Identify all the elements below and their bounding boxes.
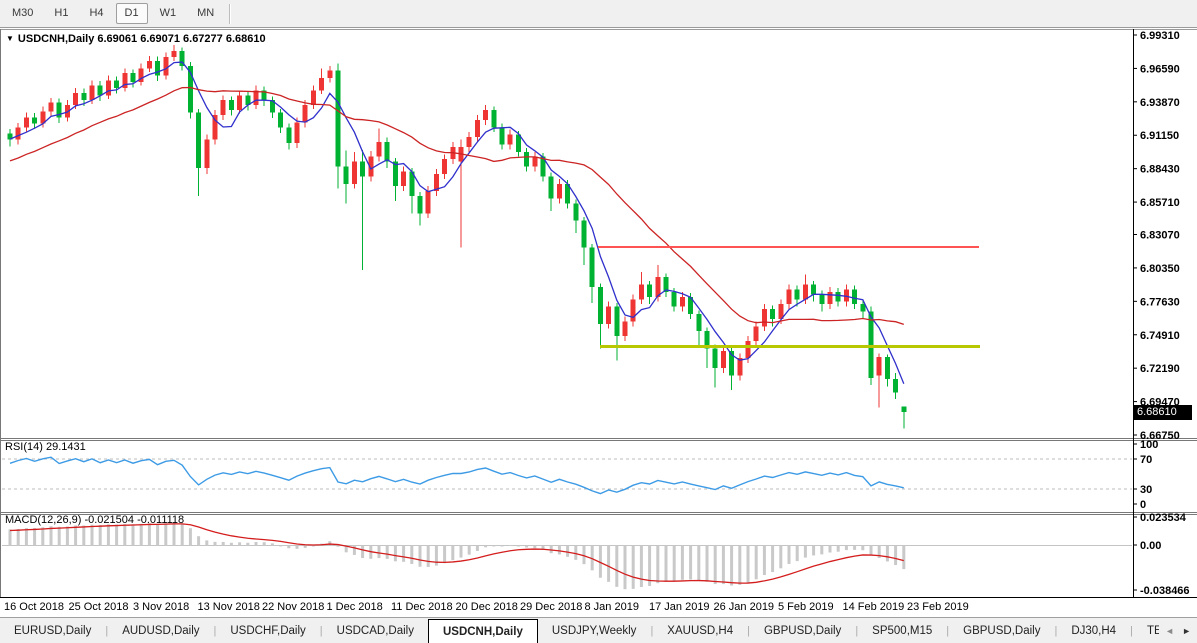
svg-text:30: 30 — [1140, 484, 1152, 496]
timeframe-button-D1[interactable]: D1 — [116, 3, 148, 24]
timeframe-button-H4[interactable]: H4 — [80, 3, 112, 24]
svg-text:6.77630: 6.77630 — [1140, 296, 1180, 308]
chart-dropdown-icon[interactable]: ▼ — [6, 34, 14, 43]
svg-text:13 Nov 2018: 13 Nov 2018 — [198, 601, 260, 613]
rsi-indicator-label: RSI(14) 29.1431 — [5, 441, 86, 453]
svg-text:23 Feb 2019: 23 Feb 2019 — [907, 601, 969, 613]
symbol-tab-AUDUSD-Daily[interactable]: AUDUSD,Daily — [108, 618, 213, 643]
symbol-tab-EURUSD-Daily[interactable]: EURUSD,Daily — [0, 618, 105, 643]
timeframe-button-M30[interactable]: M30 — [3, 3, 42, 24]
symbol-tab-USDJPY-Weekly[interactable]: USDJPY,Weekly — [538, 618, 651, 643]
svg-text:100: 100 — [1140, 439, 1158, 451]
svg-text:0.00: 0.00 — [1140, 540, 1161, 552]
chart-title-text: USDCNH,Daily 6.69061 6.69071 6.67277 6.6… — [18, 33, 266, 45]
svg-text:26 Jan 2019: 26 Jan 2019 — [714, 601, 775, 613]
toolbar-separator — [229, 4, 231, 24]
svg-text:-0.038466: -0.038466 — [1140, 585, 1190, 597]
svg-text:6.91150: 6.91150 — [1140, 130, 1179, 142]
svg-text:29 Dec 2018: 29 Dec 2018 — [520, 601, 582, 613]
tabs-scroll-right-icon[interactable]: ► — [1182, 626, 1191, 636]
svg-text:6.83070: 6.83070 — [1140, 230, 1180, 242]
symbol-tab-SP500-M15[interactable]: SP500,M15 — [858, 618, 946, 643]
svg-text:14 Feb 2019: 14 Feb 2019 — [843, 601, 905, 613]
svg-text:25 Oct 2018: 25 Oct 2018 — [69, 601, 129, 613]
svg-text:0: 0 — [1140, 499, 1146, 511]
svg-text:6.99310: 6.99310 — [1140, 30, 1180, 42]
svg-text:6.93870: 6.93870 — [1140, 97, 1180, 109]
current-price-box: 6.68610 — [1134, 405, 1192, 420]
chart-canvas[interactable]: 6.99310 6.96590 6.93870 6.91150 6.88430 6.857… — [0, 0, 1197, 643]
symbol-tabbar: EURUSD,Daily|AUDUSD,Daily|USDCHF,Daily|U… — [0, 617, 1197, 643]
svg-text:1 Dec 2018: 1 Dec 2018 — [327, 601, 383, 613]
svg-text:16 Oct 2018: 16 Oct 2018 — [4, 601, 64, 613]
svg-text:3 Nov 2018: 3 Nov 2018 — [133, 601, 189, 613]
trading-terminal-window: M30H1H4D1W1MN 6.99310 6.96590 6.93870 6.911… — [0, 0, 1197, 643]
tab-scroll-controls: ◄► — [1159, 618, 1197, 643]
svg-text:6.74910: 6.74910 — [1140, 330, 1180, 342]
svg-text:6.85710: 6.85710 — [1140, 197, 1180, 209]
svg-text:6.88430: 6.88430 — [1140, 164, 1180, 176]
timeframe-toolbar: M30H1H4D1W1MN — [0, 0, 1197, 28]
svg-text:6.80350: 6.80350 — [1140, 263, 1180, 275]
svg-text:70: 70 — [1140, 454, 1152, 466]
symbol-tab-DJ30-H4[interactable]: DJ30,H4 — [1057, 618, 1130, 643]
svg-text:6.96590: 6.96590 — [1140, 63, 1180, 75]
svg-text:8 Jan 2019: 8 Jan 2019 — [585, 601, 639, 613]
symbol-tab-GBPUSD-Daily[interactable]: GBPUSD,Daily — [949, 618, 1054, 643]
svg-text:17 Jan 2019: 17 Jan 2019 — [649, 601, 710, 613]
svg-text:5 Feb 2019: 5 Feb 2019 — [778, 601, 834, 613]
date-axis[interactable]: 16 Oct 2018 25 Oct 2018 3 Nov 2018 13 Nov 2… — [4, 601, 969, 613]
svg-text:0.023534: 0.023534 — [1140, 512, 1187, 524]
chart-title: ▼ USDCNH,Daily 6.69061 6.69071 6.67277 6.… — [6, 33, 266, 45]
symbol-tab-USDCNH-Daily[interactable]: USDCNH,Daily — [428, 619, 538, 643]
symbol-tab-USDCHF-Daily[interactable]: USDCHF,Daily — [216, 618, 319, 643]
symbol-tab-XAUUSD-H4[interactable]: XAUUSD,H4 — [653, 618, 747, 643]
tabs-scroll-left-icon[interactable]: ◄ — [1165, 626, 1174, 636]
svg-text:20 Dec 2018: 20 Dec 2018 — [456, 601, 518, 613]
svg-text:6.72190: 6.72190 — [1140, 363, 1180, 375]
symbol-tab-GBPUSD-Daily[interactable]: GBPUSD,Daily — [750, 618, 855, 643]
timeframe-button-MN[interactable]: MN — [188, 3, 223, 24]
macd-indicator-label: MACD(12,26,9) -0.021504 -0.011118 — [5, 514, 184, 526]
timeframe-button-W1[interactable]: W1 — [151, 3, 186, 24]
timeframe-button-H1[interactable]: H1 — [45, 3, 77, 24]
svg-text:22 Nov 2018: 22 Nov 2018 — [262, 601, 324, 613]
svg-text:11 Dec 2018: 11 Dec 2018 — [391, 601, 453, 613]
symbol-tab-USDCAD-Daily[interactable]: USDCAD,Daily — [323, 618, 428, 643]
